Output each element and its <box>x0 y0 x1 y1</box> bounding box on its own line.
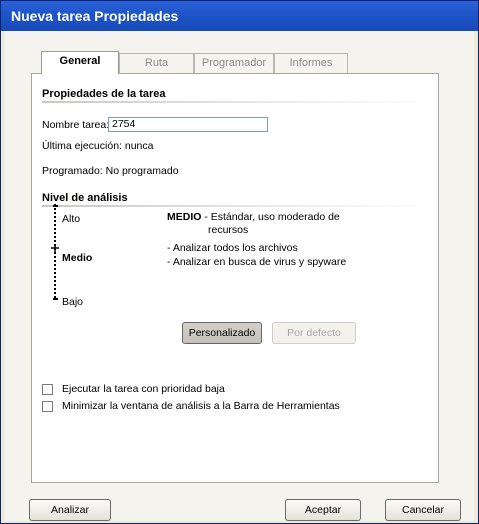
slider-thumb-icon[interactable] <box>51 244 59 252</box>
cancel-button[interactable]: Cancelar <box>385 499 461 521</box>
tab-ruta[interactable]: Ruta <box>119 53 194 73</box>
minimize-toolbar-checkbox[interactable] <box>42 401 53 412</box>
dialog-body: General Ruta Programador Informes Propie… <box>5 31 474 521</box>
scan-level-title: Nivel de análisis <box>42 192 128 204</box>
level-high-label[interactable]: Alto <box>62 213 80 225</box>
level-medium-label[interactable]: Medio <box>62 252 92 264</box>
tab-programador[interactable]: Programador <box>194 53 274 73</box>
level-description: MEDIO - Estándar, uso moderado de <box>167 211 340 223</box>
level-desc-title: MEDIO <box>167 211 202 223</box>
level-low-label[interactable]: Bajo <box>62 296 83 308</box>
scan-level-header: Nivel de análisis <box>42 192 426 207</box>
default-button[interactable]: Por defecto <box>272 322 356 344</box>
custom-button[interactable]: Personalizado <box>182 322 262 344</box>
level-bullet-all-files: - Analizar todos los archivos <box>167 242 298 254</box>
task-properties-title: Propiedades de la tarea <box>42 88 166 100</box>
section-divider <box>42 101 426 103</box>
task-properties-header: Propiedades de la tarea <box>42 88 426 103</box>
minimize-toolbar-label[interactable]: Minimizar la ventana de análisis a la Ba… <box>62 400 340 412</box>
low-priority-checkbox[interactable] <box>42 384 53 395</box>
slider-tick-high <box>53 205 58 207</box>
properties-window: Nueva tarea Propiedades General Ruta Pro… <box>0 0 479 524</box>
section-divider <box>42 205 426 207</box>
slider-tick-low <box>53 298 58 300</box>
task-name-input[interactable] <box>108 117 268 132</box>
tab-informes[interactable]: Informes <box>274 53 348 73</box>
last-run-text: Última ejecución: nunca <box>42 140 154 152</box>
low-priority-label[interactable]: Ejecutar la tarea con prioridad baja <box>62 383 225 395</box>
level-desc-line1: - Estándar, uso moderado de <box>204 211 340 223</box>
scheduled-text: Programado: No programado <box>42 165 179 177</box>
tab-general[interactable]: General <box>41 51 119 74</box>
accept-button[interactable]: Aceptar <box>285 499 361 521</box>
level-bullet-virus-spyware: - Analizar en busca de virus y spyware <box>167 256 347 268</box>
analyze-button[interactable]: Analizar <box>29 499 111 521</box>
window-title: Nueva tarea Propiedades <box>1 1 478 31</box>
level-desc-line2: recursos <box>208 224 249 236</box>
task-name-label: Nombre tarea: <box>42 119 110 131</box>
general-panel: Propiedades de la tarea Nombre tarea: Úl… <box>31 73 439 483</box>
